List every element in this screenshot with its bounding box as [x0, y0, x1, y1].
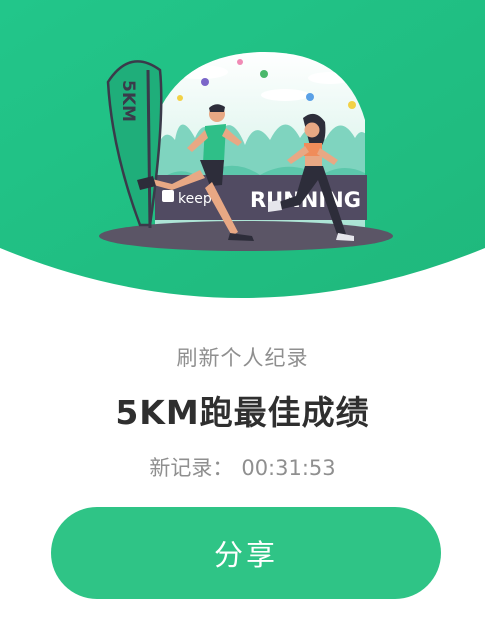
running-illustration: keep RUNNING 5KM — [0, 0, 485, 298]
new-record-line: 新记录： 00:31:53 — [0, 452, 485, 482]
achievement-title: 5KM跑最佳成绩 — [115, 393, 370, 432]
share-button[interactable]: 分享 — [51, 507, 441, 599]
achievement-subtitle: 刷新个人纪录 — [176, 346, 309, 370]
flag-5km-text: 5KM — [118, 80, 138, 122]
hero-banner: keep RUNNING 5KM — [0, 0, 485, 320]
achievement-card: keep RUNNING 5KM 刷新个人纪录 5KM跑最佳成绩 新记录： 00… — [0, 0, 485, 637]
record-value: 00:31:53 — [241, 456, 336, 480]
record-label: 新记录： — [149, 456, 234, 480]
banner-brand-text: keep — [178, 191, 212, 207]
